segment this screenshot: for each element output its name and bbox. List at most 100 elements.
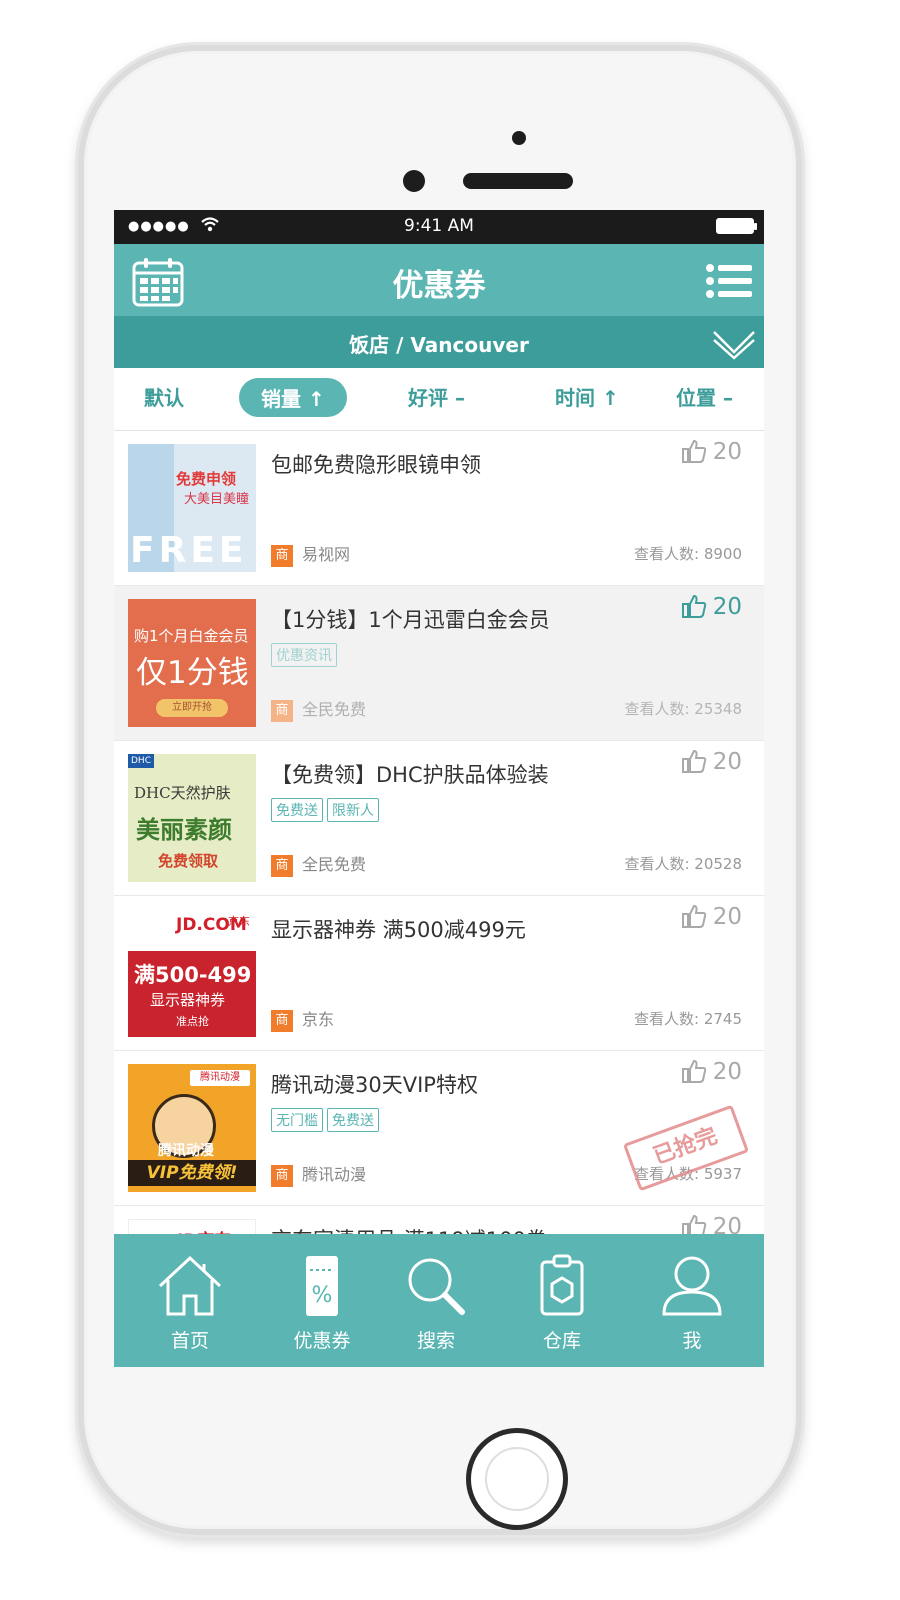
like-count[interactable]: 20 [681,1059,742,1085]
thumb-text: 腾讯动漫 [158,1143,214,1159]
shop-info: 商易视网 [271,541,350,567]
coupon-icon: % [306,1256,338,1316]
earpiece-speaker [463,173,573,189]
coupon-item[interactable]: 免费申领 大美目美瞳 FREE 包邮免费隐形眼镜申领 20 商易视网 查看人数:… [114,431,764,586]
shop-info: 商京东 [271,1006,334,1032]
location-label: 饭店 / Vancouver [349,333,529,357]
sort-dash-icon: – [454,386,465,410]
coupon-thumbnail: 购1个月白金会员 仅1分钱 立即开抢 [128,599,256,727]
sort-default[interactable]: 默认 [144,382,184,411]
shop-badge: 商 [271,545,293,567]
coupon-thumbnail: JD.COM 京东 满500-499 显示器神券 准点抢 [128,909,256,1037]
coupon-tag: 免费送 [327,1108,379,1132]
like-count[interactable]: 20 [681,439,742,465]
thumb-text: 美丽素颜 [136,816,232,844]
shop-info: 商全民免费 [271,851,366,877]
thumb-text: 免费申领 [176,470,237,488]
shop-badge: 商 [271,1010,293,1032]
sort-arrow-icon: ↑ [601,386,619,410]
tab-home[interactable]: 首页 [140,1252,240,1353]
sort-time[interactable]: 时间 ↑ [555,382,619,411]
thumb-text: 腾讯动漫 [190,1070,250,1086]
tab-warehouse[interactable]: 仓库 [512,1252,612,1353]
warehouse-icon [540,1254,584,1316]
thumbs-up-icon [681,594,706,618]
sort-dash-icon: – [722,386,733,410]
tab-search[interactable]: 搜索 [386,1252,486,1353]
view-count: 查看人数: 25348 [624,700,742,718]
like-count[interactable]: 20 [681,594,742,620]
thumb-text: 京东 [228,915,250,928]
shop-badge: 商 [271,700,293,722]
thumbs-up-icon [681,904,706,928]
tab-label: 优惠券 [293,1330,351,1352]
tab-label: 首页 [170,1330,209,1352]
thumb-text: 大美目美瞳 [184,492,250,507]
sort-bar: 默认 销量 ↑ 好评 – 时间 ↑ 位置 – [114,368,764,431]
view-count: 查看人数: 20528 [624,855,742,873]
thumbs-up-icon [681,1059,706,1083]
tab-coupons[interactable]: % 优惠券 [272,1252,372,1353]
shop-badge: 商 [271,855,293,877]
nav-bar: 优惠券 [114,244,764,316]
like-count[interactable]: 20 [681,1214,742,1236]
shop-info: 商腾讯动漫 [271,1161,366,1187]
coupon-item[interactable]: DHC DHC天然护肤 美丽素颜 免费领取 【免费领】DHC护肤品体验装 20 … [114,741,764,896]
coupon-thumbnail: 腾讯动漫 腾讯动漫 VIP免费领! [128,1064,256,1192]
coupon-title: 显示器神券 满500减499元 [271,918,526,942]
proximity-sensor [512,131,526,145]
shop-name: 腾讯动漫 [302,1165,367,1184]
coupon-tag: 限新人 [327,798,379,822]
thumb-text: DHC [128,754,154,768]
thumbs-up-icon [681,1214,706,1236]
page-title: 优惠券 [392,268,486,304]
coupon-thumbnail: DHC DHC天然护肤 美丽素颜 免费领取 [128,754,256,882]
tab-label: 仓库 [542,1330,581,1352]
thumb-text: 仅1分钱 [136,655,249,691]
bottom-tab-bar: 首页 % 优惠券 搜索 仓库 我 [114,1234,764,1367]
coupon-item[interactable]: JD京东 京东家清用品 满119减100券 20 [114,1206,764,1236]
coupon-title: 包邮免费隐形眼镜申领 [271,453,481,477]
front-camera [403,170,425,192]
status-time: 9:41 AM [404,216,474,236]
view-count: 查看人数: 2745 [634,1010,742,1028]
thumb-text: 立即开抢 [156,699,228,717]
like-count[interactable]: 20 [681,749,742,775]
app-screen: ●●●●● 9:41 AM 优惠券 饭店 / Vancouver 默认 销量 ↑… [114,210,764,1367]
list-menu-icon[interactable] [706,264,752,298]
shop-name: 京东 [302,1010,335,1029]
thumb-text: DHC天然护肤 [134,784,231,802]
shop-name: 全民免费 [302,700,367,719]
coupon-item[interactable]: 腾讯动漫 腾讯动漫 VIP免费领! 腾讯动漫30天VIP特权 20 无门槛 免费送… [114,1051,764,1206]
sort-sales[interactable]: 销量 ↑ [239,378,347,417]
coupon-list: 免费申领 大美目美瞳 FREE 包邮免费隐形眼镜申领 20 商易视网 查看人数:… [114,431,764,1236]
tab-label: 我 [682,1330,702,1352]
tag-list: 优惠资讯 [271,643,341,667]
tag-list: 免费送 限新人 [271,798,383,822]
coupon-item[interactable]: JD.COM 京东 满500-499 显示器神券 准点抢 显示器神券 满500减… [114,896,764,1051]
shop-info: 商全民免费 [271,696,366,722]
like-count[interactable]: 20 [681,904,742,930]
coupon-item[interactable]: 购1个月白金会员 仅1分钱 立即开抢 【1分钱】1个月迅雷白金会员 20 优惠资… [114,586,764,741]
thumb-text: 满500-499 [134,963,252,987]
thumb-text: FREE [130,530,248,571]
thumb-text: 免费领取 [158,852,219,870]
coupon-title: 【免费领】DHC护肤品体验装 [271,763,549,787]
sort-location[interactable]: 位置 – [676,382,733,411]
location-bar[interactable]: 饭店 / Vancouver [114,316,764,368]
sort-rating[interactable]: 好评 – [408,382,465,411]
search-icon [408,1258,465,1315]
shop-badge: 商 [271,1165,293,1187]
coupon-tag: 无门槛 [271,1108,323,1132]
svg-text:%: % [312,1283,333,1308]
thumb-text: 准点抢 [176,1015,209,1028]
thumbs-up-icon [681,749,706,773]
thumb-text: 购1个月白金会员 [134,627,249,645]
shop-name: 易视网 [302,545,351,564]
tab-me[interactable]: 我 [642,1252,742,1353]
sort-arrow-icon: ↑ [307,387,325,411]
home-icon [158,1255,222,1316]
home-button[interactable] [466,1428,568,1530]
coupon-title: 腾讯动漫30天VIP特权 [271,1073,478,1097]
chevron-down-icon[interactable] [712,324,756,360]
